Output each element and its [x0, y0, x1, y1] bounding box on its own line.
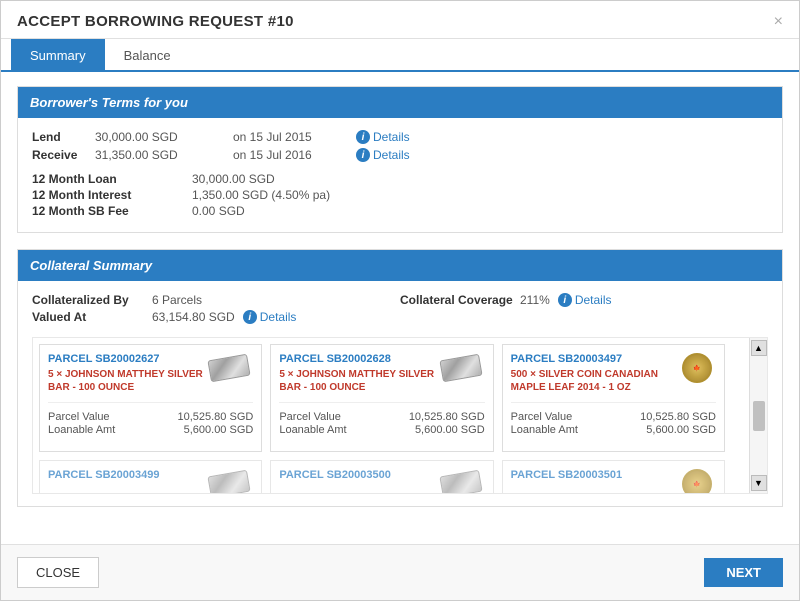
- lend-details-link[interactable]: i Details: [356, 130, 410, 144]
- coverage-label: Collateral Coverage: [400, 293, 520, 307]
- silver-bar-icon-2: [439, 354, 482, 383]
- collateral-meta-right: Collateral Coverage 211% i Details: [400, 293, 768, 310]
- parcel-3-image: 🍁: [682, 353, 712, 383]
- parcel-card-1: PARCEL SB20002627 5 × JOHNSON MATTHEY SI…: [39, 344, 262, 452]
- collateral-summary-body: Collateralized By 6 Parcels Valued At 63…: [18, 281, 782, 506]
- coin-icon-3: 🍁: [682, 353, 712, 383]
- valued-details-link[interactable]: i Details: [243, 310, 297, 324]
- scroll-down-button[interactable]: ▼: [751, 475, 767, 491]
- interest-value: 1,350.00 SGD (4.50% pa): [192, 188, 330, 202]
- valued-at-row: Valued At 63,154.80 SGD i Details: [32, 310, 400, 324]
- parcel-card-6-inner: PARCEL SB20003501 🍁: [511, 469, 716, 493]
- collateral-summary-header: Collateral Summary: [18, 250, 782, 281]
- parcel-2-loanable-row: Loanable Amt 5,600.00 SGD: [279, 424, 484, 436]
- sbfee-value: 0.00 SGD: [192, 204, 245, 218]
- sbfee-label: 12 Month SB Fee: [32, 204, 192, 218]
- collateralized-by-label: Collateralized By: [32, 293, 152, 307]
- collateralized-by-value: 6 Parcels: [152, 293, 202, 307]
- receive-details-link[interactable]: i Details: [356, 148, 410, 162]
- coverage-details-link[interactable]: i Details: [558, 293, 612, 307]
- receive-row: Receive 31,350.00 SGD on 15 Jul 2016 i D…: [32, 148, 768, 162]
- parcel-3-value-row: Parcel Value 10,525.80 SGD: [511, 411, 716, 423]
- next-button[interactable]: NEXT: [704, 558, 783, 587]
- modal-container: ACCEPT BORROWING REQUEST #10 × Summary B…: [0, 0, 800, 601]
- silver-bar-icon-5: [439, 470, 482, 493]
- tab-bar: Summary Balance: [1, 39, 799, 72]
- parcel-1-value-row: Parcel Value 10,525.80 SGD: [48, 411, 253, 423]
- coverage-value: 211% i Details: [520, 293, 612, 307]
- parcel-card-5: PARCEL SB20003500: [270, 460, 493, 493]
- receive-label: Receive: [32, 148, 87, 162]
- modal-body: Borrower's Terms for you Lend 30,000.00 …: [1, 72, 799, 544]
- modal-header: ACCEPT BORROWING REQUEST #10 ×: [1, 1, 799, 39]
- parcel-card-4-inner: PARCEL SB20003499: [48, 469, 253, 493]
- loan-value: 30,000.00 SGD: [192, 172, 275, 186]
- interest-label: 12 Month Interest: [32, 188, 192, 202]
- lend-date: on 15 Jul 2015: [233, 130, 348, 144]
- silver-bar-icon-1: [208, 354, 251, 383]
- borrowers-terms-section: Borrower's Terms for you Lend 30,000.00 …: [17, 86, 783, 233]
- parcel-card-1-inner: PARCEL SB20002627 5 × JOHNSON MATTHEY SI…: [48, 353, 253, 443]
- scroll-thumb: [753, 401, 765, 431]
- collateralized-by-row: Collateralized By 6 Parcels: [32, 293, 400, 307]
- borrowers-terms-body: Lend 30,000.00 SGD on 15 Jul 2015 i Deta…: [18, 118, 782, 232]
- parcel-card-3-inner: PARCEL SB20003497 500 × SILVER COIN CANA…: [511, 353, 716, 443]
- sbfee-row: 12 Month SB Fee 0.00 SGD: [32, 204, 768, 218]
- lend-label: Lend: [32, 130, 87, 144]
- tab-balance[interactable]: Balance: [105, 39, 190, 72]
- loan-row: 12 Month Loan 30,000.00 SGD: [32, 172, 768, 186]
- parcels-scrollable[interactable]: PARCEL SB20002627 5 × JOHNSON MATTHEY SI…: [33, 338, 749, 493]
- parcel-3-loanable-row: Loanable Amt 5,600.00 SGD: [511, 424, 716, 436]
- modal-footer: CLOSE NEXT: [1, 544, 799, 600]
- silver-bar-icon-4: [208, 470, 251, 493]
- collateral-meta: Collateralized By 6 Parcels Valued At 63…: [32, 293, 768, 327]
- parcel-6-image: 🍁: [682, 469, 712, 493]
- collateral-summary-section: Collateral Summary Collateralized By 6 P…: [17, 249, 783, 507]
- parcels-scrollbar[interactable]: ▲ ▼: [749, 338, 767, 493]
- loan-details: 12 Month Loan 30,000.00 SGD 12 Month Int…: [32, 172, 768, 218]
- interest-row: 12 Month Interest 1,350.00 SGD (4.50% pa…: [32, 188, 768, 202]
- scroll-up-button[interactable]: ▲: [751, 340, 767, 356]
- coverage-row: Collateral Coverage 211% i Details: [400, 293, 768, 307]
- modal-title: ACCEPT BORROWING REQUEST #10: [17, 13, 294, 30]
- parcel-2-value-row: Parcel Value 10,525.80 SGD: [279, 411, 484, 423]
- parcel-card-4: PARCEL SB20003499: [39, 460, 262, 493]
- parcel-2-image: [441, 353, 481, 379]
- parcel-card-2-inner: PARCEL SB20002628 5 × JOHNSON MATTHEY SI…: [279, 353, 484, 443]
- valued-at-value: 63,154.80 SGD i Details: [152, 310, 296, 324]
- parcel-card-5-inner: PARCEL SB20003500: [279, 469, 484, 493]
- receive-amount: 31,350.00 SGD: [95, 148, 225, 162]
- receive-info-icon: i: [356, 148, 370, 162]
- parcels-grid: PARCEL SB20002627 5 × JOHNSON MATTHEY SI…: [33, 338, 731, 493]
- valued-at-label: Valued At: [32, 310, 152, 324]
- lend-info-icon: i: [356, 130, 370, 144]
- collateral-meta-left: Collateralized By 6 Parcels Valued At 63…: [32, 293, 400, 327]
- receive-date: on 15 Jul 2016: [233, 148, 348, 162]
- borrowers-terms-header: Borrower's Terms for you: [18, 87, 782, 118]
- close-x-button[interactable]: ×: [774, 14, 783, 30]
- parcel-5-image: [441, 469, 481, 493]
- valued-info-icon: i: [243, 310, 257, 324]
- parcel-card-6: PARCEL SB20003501 🍁: [502, 460, 725, 493]
- close-button[interactable]: CLOSE: [17, 557, 99, 588]
- parcel-1-image: [209, 353, 249, 379]
- parcel-1-loanable-row: Loanable Amt 5,600.00 SGD: [48, 424, 253, 436]
- coin-icon-6: 🍁: [682, 469, 712, 493]
- tab-summary[interactable]: Summary: [11, 39, 105, 72]
- lend-row: Lend 30,000.00 SGD on 15 Jul 2015 i Deta…: [32, 130, 768, 144]
- parcel-card-3: PARCEL SB20003497 500 × SILVER COIN CANA…: [502, 344, 725, 452]
- lend-amount: 30,000.00 SGD: [95, 130, 225, 144]
- parcel-card-2: PARCEL SB20002628 5 × JOHNSON MATTHEY SI…: [270, 344, 493, 452]
- parcels-outer: PARCEL SB20002627 5 × JOHNSON MATTHEY SI…: [32, 337, 768, 494]
- parcel-4-image: [209, 469, 249, 493]
- coverage-info-icon: i: [558, 293, 572, 307]
- loan-label: 12 Month Loan: [32, 172, 192, 186]
